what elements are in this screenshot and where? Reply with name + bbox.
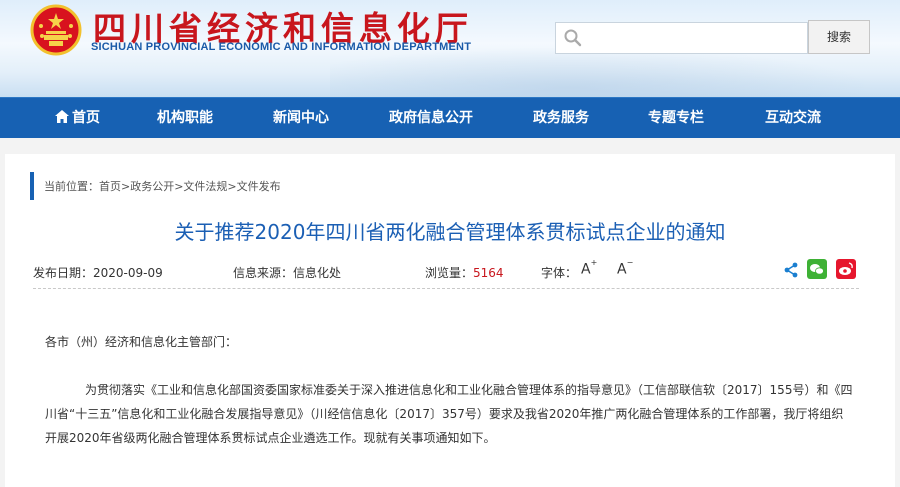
nav-item-interaction[interactable]: 互动交流 [765,98,821,139]
view-count-value: 5164 [473,266,504,280]
view-count-label: 浏览量： [425,266,474,280]
home-icon [55,110,69,123]
greeting-line: 各市（州）经济和信息化主管部门： [45,335,238,349]
nav-item-organization[interactable]: 机构职能 [157,98,213,139]
site-header: 四川省经济和信息化厅 SICHUAN PROVINCIAL ECONOMIC A… [0,0,900,97]
national-emblem-icon [30,4,82,56]
font-increase-button[interactable]: A+ [581,258,597,278]
info-source: 信息来源：信息化处 [233,264,341,281]
search-button[interactable]: 搜索 [808,20,870,54]
search-box [555,22,808,54]
nav-label-home: 首页 [72,110,100,126]
publish-date-label: 发布日期： [33,266,94,280]
search-icon [564,29,582,47]
font-increase-letter: A [581,261,591,278]
wechat-glyph-icon [810,264,824,275]
weibo-share-icon[interactable] [836,259,856,279]
publish-date-value: 2020-09-09 [93,266,163,280]
search-input[interactable] [588,27,798,49]
nav-item-gov-info[interactable]: 政府信息公开 [389,98,473,139]
weibo-glyph-icon [839,262,853,275]
nav-item-services[interactable]: 政务服务 [533,98,589,139]
publish-date: 发布日期：2020-09-09 [33,264,163,281]
article-meta: 发布日期：2020-09-09 信息来源：信息化处 浏览量：5164 字体： A… [33,258,859,289]
font-decrease-button[interactable]: A− [617,258,633,278]
nav-item-news[interactable]: 新闻中心 [273,98,329,139]
nav-item-topics[interactable]: 专题专栏 [648,98,704,139]
nav-item-home[interactable]: 首页 [55,98,100,139]
main-nav: 首页 机构职能 新闻中心 政府信息公开 政务服务 专题专栏 互动交流 [0,97,900,138]
breadcrumb[interactable]: 当前位置：首页>政务公开>文件法规>文件发布 [30,172,281,200]
info-source-value: 信息化处 [293,266,342,280]
info-source-label: 信息来源： [233,266,294,280]
article-container: 当前位置：首页>政务公开>文件法规>文件发布 关于推荐2020年四川省两化融合管… [5,154,895,487]
article-title: 关于推荐2020年四川省两化融合管理体系贯标试点企业的通知 [174,220,726,244]
wechat-share-icon[interactable] [807,259,827,279]
site-subtitle: SICHUAN PROVINCIAL ECONOMIC AND INFORMAT… [91,41,472,53]
article-paragraph: 为贯彻落实《工业和信息化部国资委国家标准委关于深入推进信息化和工业化融合管理体系… [45,383,853,445]
font-size-label: 字体： [541,266,578,280]
font-decrease-letter: A [617,261,627,278]
share-icon[interactable] [783,262,799,278]
view-count: 浏览量：5164 [425,264,504,281]
